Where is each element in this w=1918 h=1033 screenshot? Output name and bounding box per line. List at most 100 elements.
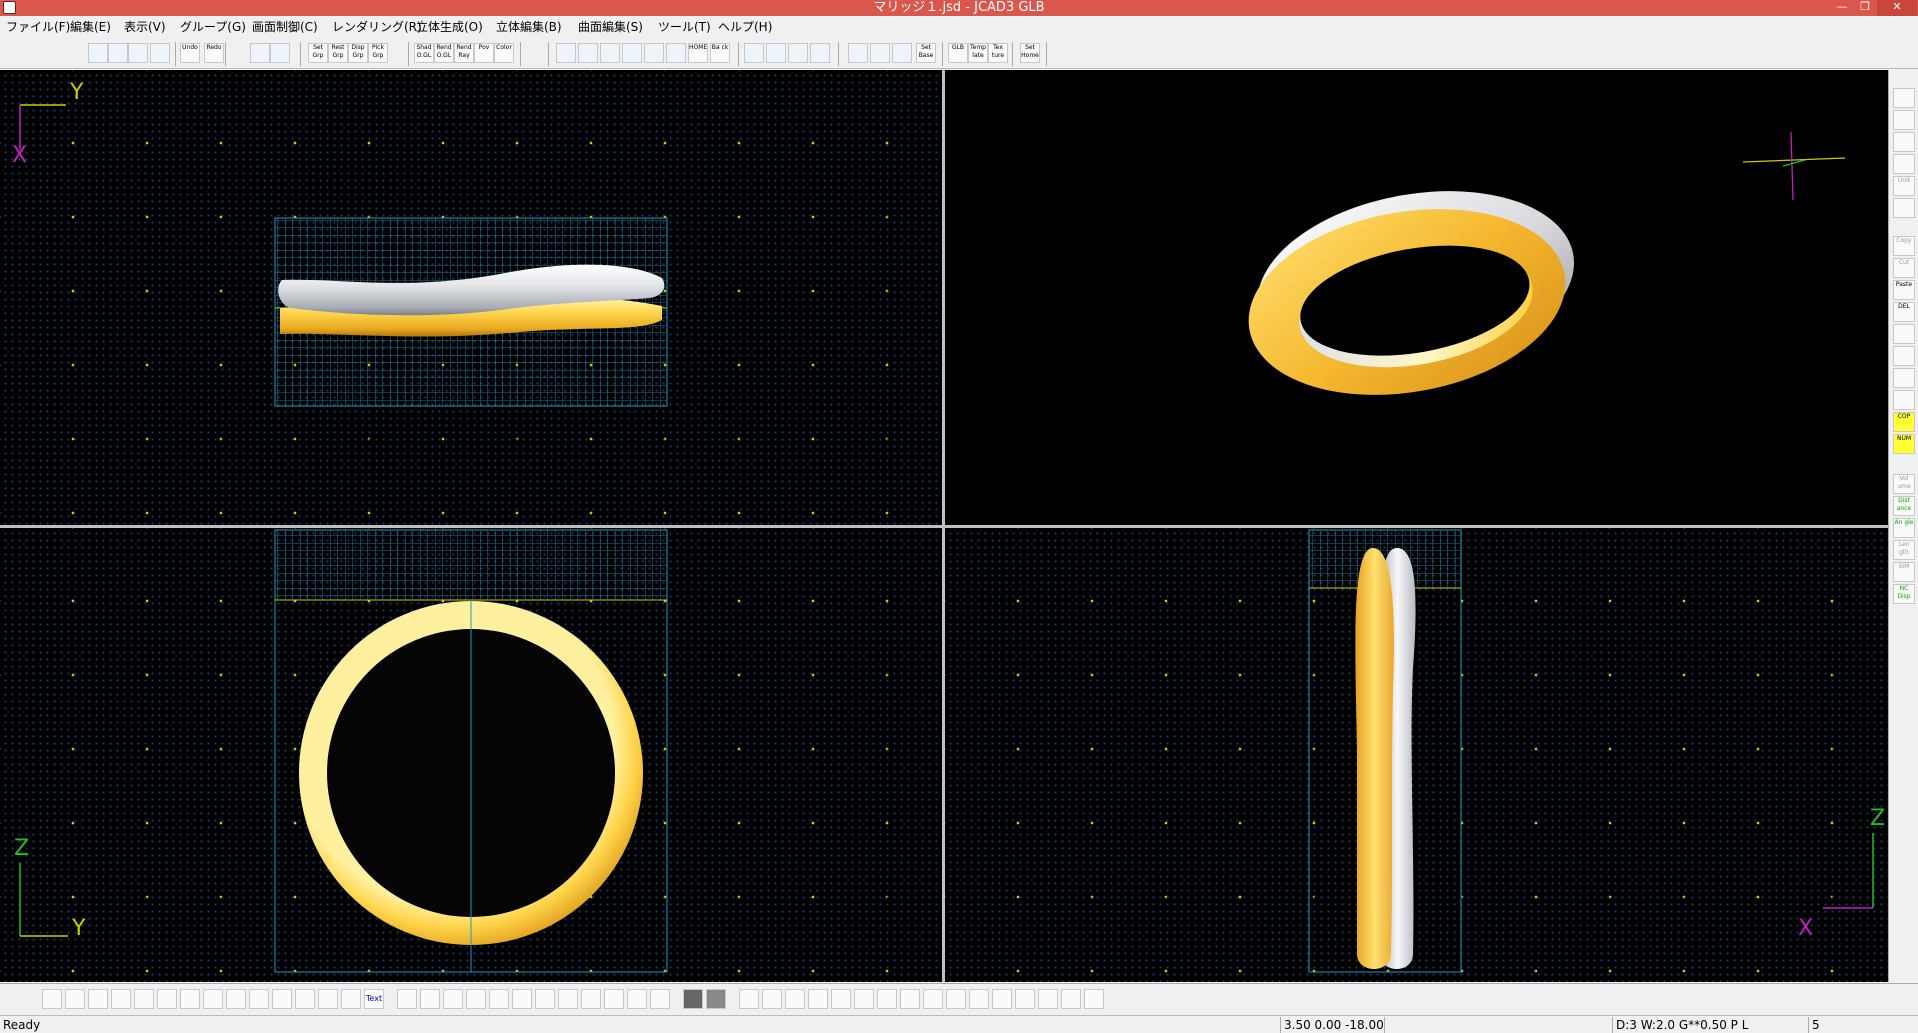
menu-screen-control[interactable]: 画面制御(C) (250, 19, 320, 35)
solid-array-icon[interactable] (1015, 989, 1035, 1009)
glb-icon[interactable]: GLB (948, 43, 968, 63)
menu-help[interactable]: ヘルプ(H) (716, 19, 774, 35)
solid-bend-icon[interactable] (877, 989, 897, 1009)
solid-fillet-icon[interactable] (1061, 989, 1081, 1009)
unit-icon[interactable]: Unit (1893, 176, 1915, 196)
back-icon[interactable]: Ba ck (710, 43, 730, 63)
grid-icon[interactable] (848, 43, 868, 63)
curve-rotate-icon[interactable] (272, 989, 292, 1009)
redo-icon[interactable]: Redo (204, 43, 224, 63)
nc-display-icon[interactable]: NC Disp (1893, 584, 1915, 604)
menu-rendering[interactable]: レンダリング(R) (330, 19, 424, 35)
point-align-icon[interactable] (581, 989, 601, 1009)
delete-icon[interactable]: DEL (1893, 302, 1915, 322)
zoom-3d-window-icon[interactable] (788, 43, 808, 63)
solid-loft-icon[interactable] (831, 989, 851, 1009)
copy-icon[interactable]: Copy (1893, 236, 1915, 256)
solid-revolve-icon[interactable] (785, 989, 805, 1009)
sim-icon[interactable]: SIM (1893, 562, 1915, 582)
front-view-viewport[interactable]: Z Y (0, 528, 942, 982)
new-file-icon[interactable] (88, 43, 108, 63)
home-icon[interactable]: HOME (688, 43, 708, 63)
length-icon[interactable]: Len gth (1893, 540, 1915, 560)
point-grid-icon[interactable] (650, 989, 670, 1009)
zoom-fit-icon[interactable] (644, 43, 664, 63)
curve-arc-icon[interactable] (88, 989, 108, 1009)
fill-gray-icon[interactable] (706, 989, 726, 1009)
top-view-viewport[interactable]: Y X (0, 70, 942, 525)
point-edit-icon[interactable] (397, 989, 417, 1009)
menu-group[interactable]: グループ(G) (178, 19, 248, 35)
group-list-icon[interactable] (250, 43, 270, 63)
curve-circle-icon[interactable] (111, 989, 131, 1009)
undo-icon[interactable]: Undo (180, 43, 200, 63)
curve-offset-icon[interactable] (180, 989, 200, 1009)
curve-spline-icon[interactable] (65, 989, 85, 1009)
solid-boolean-icon[interactable] (969, 989, 989, 1009)
close-button[interactable]: ✕ (1877, 0, 1917, 16)
point-mirror-icon[interactable] (558, 989, 578, 1009)
copy-view-icon[interactable] (1893, 110, 1915, 130)
move-icon[interactable] (1893, 132, 1915, 152)
curve-join-icon[interactable] (341, 989, 361, 1009)
solid-mirror-icon[interactable] (992, 989, 1012, 1009)
pick-group-icon[interactable]: Pick Grp (368, 43, 388, 63)
solid-sweep-icon[interactable] (808, 989, 828, 1009)
menu-solid-edit[interactable]: 立体編集(B) (494, 19, 564, 35)
group-table-icon[interactable] (270, 43, 290, 63)
eye-icon[interactable] (1893, 154, 1915, 174)
curve-ellipse-icon[interactable] (134, 989, 154, 1009)
open-folder-icon[interactable] (108, 43, 128, 63)
point-rotate-icon[interactable] (512, 989, 532, 1009)
angle-icon[interactable]: An gle (1893, 518, 1915, 538)
distance-icon[interactable]: Dist ance (1893, 496, 1915, 516)
point-move-icon[interactable] (420, 989, 440, 1009)
text-icon[interactable]: Text (364, 989, 384, 1009)
solid-twist-icon[interactable] (900, 989, 920, 1009)
menu-solid-create[interactable]: 立体生成(O) (414, 19, 485, 35)
volume-icon[interactable]: Vol ume (1893, 474, 1915, 494)
grid-snap-icon[interactable] (870, 43, 890, 63)
pan-hand-icon[interactable] (666, 43, 686, 63)
point-scale-icon[interactable] (535, 989, 555, 1009)
color-icon[interactable]: Color (494, 43, 514, 63)
display-group-icon[interactable]: Disp Grp (348, 43, 368, 63)
zoom-window-icon[interactable] (600, 43, 620, 63)
shade-opengl-icon[interactable]: Shad O.GL (414, 43, 434, 63)
menu-tools[interactable]: ツール(T) (656, 19, 713, 35)
layer-icon[interactable] (1893, 346, 1915, 366)
grid-color-icon[interactable] (892, 43, 912, 63)
solid-measure-icon[interactable] (1084, 989, 1104, 1009)
curve-trim-icon[interactable] (318, 989, 338, 1009)
solid-cut-icon[interactable] (1038, 989, 1058, 1009)
solid-shell-icon[interactable] (946, 989, 966, 1009)
curve-line-icon[interactable] (157, 989, 177, 1009)
side-view-viewport[interactable]: Z X (945, 528, 1888, 982)
point-lock-icon[interactable] (627, 989, 647, 1009)
curve-array-icon[interactable] (226, 989, 246, 1009)
rest-group-icon[interactable]: Rest Grp (328, 43, 348, 63)
menu-view[interactable]: 表示(V) (122, 19, 168, 35)
pov-icon[interactable]: Pov (474, 43, 494, 63)
template-icon[interactable]: Temp late (968, 43, 988, 63)
menu-edit[interactable]: 編集(E) (68, 19, 113, 35)
zoom-3d-all-icon[interactable] (810, 43, 830, 63)
point-select-icon[interactable] (489, 989, 509, 1009)
minimize-button[interactable]: — (1831, 0, 1853, 16)
zoom-3d-icon[interactable] (744, 43, 764, 63)
solid-sphere-icon[interactable] (739, 989, 759, 1009)
list-icon[interactable] (1893, 368, 1915, 388)
render-opengl-icon[interactable]: Rend O.GL (434, 43, 454, 63)
print-icon[interactable] (150, 43, 170, 63)
cut-icon[interactable]: Cut (1893, 258, 1915, 278)
solid-taper-icon[interactable] (923, 989, 943, 1009)
restore-button[interactable]: ❐ (1854, 0, 1876, 16)
perspective-viewport[interactable] (945, 70, 1888, 525)
curve-scale-icon[interactable] (295, 989, 315, 1009)
point-snap-icon[interactable] (604, 989, 624, 1009)
camera-icon[interactable] (1893, 88, 1915, 108)
zoom-in-icon[interactable] (556, 43, 576, 63)
zoom-3d-out-icon[interactable] (766, 43, 786, 63)
save-icon[interactable] (128, 43, 148, 63)
point-add-icon[interactable] (443, 989, 463, 1009)
